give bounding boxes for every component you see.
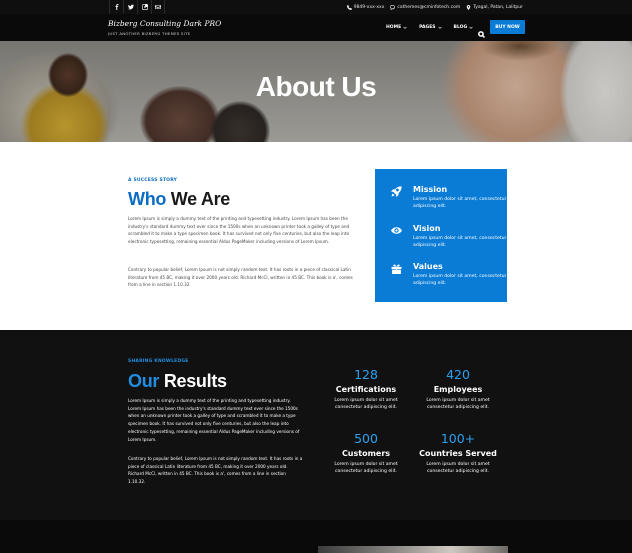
- chevron-down-icon: [403, 26, 407, 29]
- about-heading-accent: Who: [128, 189, 167, 209]
- mission-card: Mission Lorem ipsum dolor sit amet, cons…: [375, 169, 507, 302]
- about-heading-main: We Are: [170, 189, 231, 209]
- phone-text: 9849-xxx-xxx: [353, 4, 385, 10]
- nav-item-label: HOME: [386, 25, 402, 30]
- results-paragraph-2: Contrary to popular belief, Lorem Ipsum …: [128, 456, 303, 485]
- stat-label: Certifications: [335, 385, 397, 394]
- stat-label: Customers: [341, 449, 391, 458]
- card-title: Values: [413, 262, 443, 271]
- about-eyebrow: A SUCCESS STORY: [128, 178, 178, 183]
- email-text: cathemes@cminfotech.com: [397, 4, 461, 10]
- card-title: Vision: [413, 224, 441, 233]
- social-links: [109, 0, 165, 14]
- results-heading-accent: Our: [128, 371, 160, 391]
- stat-countries: 100+ Countries Served Lorem ipsum dolor …: [413, 431, 503, 475]
- stat-employees: 420 Employees Lorem ipsum dolor sit amet…: [413, 367, 503, 411]
- results-eyebrow: SHARING KNOWLEDGE: [128, 359, 189, 364]
- results-heading: Our Results: [128, 371, 227, 392]
- site-tagline: JUST ANOTHER BIZBERG THEMES SITE: [108, 31, 191, 36]
- stat-label: Countries Served: [419, 449, 497, 458]
- card-description: Lorem ipsum dolor sit amet, consectetur …: [413, 274, 507, 286]
- stat-description: Lorem ipsum dolor sit amet consectetur a…: [426, 462, 490, 474]
- site-header: Bizberg Consulting Dark PRO JUST ANOTHER…: [0, 14, 632, 41]
- facebook-icon: [115, 4, 118, 10]
- about-heading: Who We Are: [128, 189, 230, 210]
- hero-banner: About Us: [0, 41, 632, 142]
- results-paragraph-1: Lorem Ipsum is simply a dummy text of th…: [128, 398, 300, 442]
- nav-item-label: PAGES: [419, 25, 436, 30]
- chat-icon: [390, 4, 396, 10]
- location-contact: Tyagal, Patan, Lalitpur: [466, 4, 523, 10]
- phone-contact[interactable]: 9849-xxx-xxx: [346, 4, 385, 10]
- stat-certifications: 128 Certifications Lorem ipsum dolor sit…: [321, 367, 411, 411]
- site-logo-title[interactable]: Bizberg Consulting Dark PRO: [108, 19, 221, 28]
- nav-item-pages[interactable]: PAGES: [419, 25, 442, 30]
- buy-now-button[interactable]: BUY NOW: [490, 20, 525, 34]
- card-title: Mission: [413, 185, 448, 194]
- twitter-link[interactable]: [123, 0, 137, 14]
- about-paragraph-1: Lorem Ipsum is simply a dummy text of th…: [128, 216, 350, 245]
- instagram-link[interactable]: [137, 0, 151, 14]
- rocket-icon: [391, 186, 402, 197]
- results-heading-main: Results: [163, 371, 227, 391]
- stat-customers: 500 Customers Lorem ipsum dolor sit amet…: [321, 431, 411, 475]
- top-bar: 9849-xxx-xxx cathemes@cminfotech.com Tya…: [0, 0, 632, 14]
- page-title: About Us: [255, 71, 377, 102]
- map-pin-icon: [466, 4, 471, 10]
- stat-label: Employees: [433, 385, 483, 394]
- section-image: [318, 546, 508, 553]
- facebook-link[interactable]: [109, 0, 123, 14]
- main-nav: HOME PAGES BLOG: [386, 14, 473, 41]
- results-section: [0, 330, 632, 520]
- email-contact[interactable]: cathemes@cminfotech.com: [390, 4, 461, 10]
- chevron-down-icon: [437, 26, 442, 29]
- contact-info: 9849-xxx-xxx cathemes@cminfotech.com Tya…: [346, 0, 523, 14]
- phone-icon: [346, 4, 352, 10]
- stat-number: 500: [354, 431, 378, 446]
- stat-description: Lorem ipsum dolor sit amet consectetur a…: [426, 398, 490, 410]
- nav-item-home[interactable]: HOME: [386, 25, 407, 30]
- email-link[interactable]: [151, 0, 165, 14]
- nav-item-label: BLOG: [453, 25, 468, 30]
- stat-number: 100+: [440, 431, 476, 446]
- search-icon: [478, 31, 485, 38]
- gift-icon: [391, 264, 402, 274]
- search-button[interactable]: [478, 23, 486, 38]
- location-text: Tyagal, Patan, Lalitpur: [473, 4, 523, 10]
- instagram-icon: [141, 4, 148, 10]
- twitter-icon: [127, 4, 134, 10]
- email-icon: [155, 5, 161, 9]
- eye-icon: [391, 227, 402, 234]
- chevron-down-icon: [469, 26, 473, 29]
- stat-description: Lorem ipsum dolor sit amet consectetur a…: [334, 398, 398, 410]
- next-section: [0, 520, 632, 553]
- stat-description: Lorem ipsum dolor sit amet consectetur a…: [334, 462, 398, 474]
- stat-number: 420: [446, 367, 470, 382]
- about-paragraph-2: Contrary to popular belief, Lorem Ipsum …: [128, 267, 353, 288]
- stat-number: 128: [354, 367, 378, 382]
- nav-item-blog[interactable]: BLOG: [454, 25, 474, 30]
- card-description: Lorem ipsum dolor sit amet, consectetur …: [413, 197, 507, 209]
- card-description: Lorem ipsum dolor sit amet, consectetur …: [413, 236, 507, 248]
